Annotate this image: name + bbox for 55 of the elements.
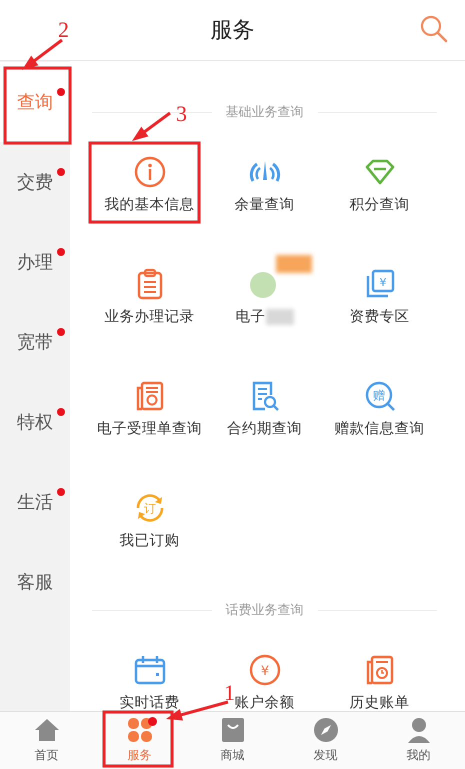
home-icon xyxy=(34,717,60,743)
page-title: 服务 xyxy=(210,17,254,45)
blurred-badge xyxy=(276,255,312,273)
service-item[interactable]: 实时话费 xyxy=(92,639,207,711)
annotation-arrow xyxy=(22,38,63,70)
person-icon xyxy=(406,717,432,743)
service-label: 积分查询 xyxy=(350,196,410,214)
annotation-arrow xyxy=(132,112,171,141)
service-label: 账户余额 xyxy=(234,694,294,711)
annotation-number: 3 xyxy=(176,101,187,126)
service-item[interactable]: ¥ 资费专区 xyxy=(322,253,437,365)
service-item[interactable]: 赠 赠款信息查询 xyxy=(322,365,437,477)
service-item[interactable]: 我的基本信息 xyxy=(92,141,207,253)
service-label: 电子受理单查询 xyxy=(97,420,202,438)
service-item[interactable]: 业务办理记录 xyxy=(92,253,207,365)
sidebar-tab[interactable]: 生活 xyxy=(0,462,70,542)
service-label: 赠款信息查询 xyxy=(334,420,424,438)
service-item[interactable]: 电子 xyxy=(207,253,322,365)
section-title: 话费业务查询 xyxy=(226,602,304,619)
service-item[interactable]: 历史账单 xyxy=(322,639,437,711)
coin-icon: ¥ xyxy=(248,653,282,687)
tab-bar-item[interactable]: 商城 xyxy=(186,712,279,769)
sidebar-tab[interactable]: 特权 xyxy=(0,382,70,462)
annotation-number: 1 xyxy=(224,680,235,705)
service-item[interactable]: 电子受理单查询 xyxy=(92,365,207,477)
tab-bar-item[interactable]: 发现 xyxy=(279,712,372,769)
highlight-frame xyxy=(102,710,174,768)
section-title: 基础业务查询 xyxy=(226,104,304,121)
calendar-icon xyxy=(132,653,166,687)
tab-bar-item[interactable]: 我的 xyxy=(372,712,465,769)
service-item[interactable]: 合约期查询 xyxy=(207,365,322,477)
service-item[interactable]: 余量查询 xyxy=(207,141,322,253)
shopping-bag-icon xyxy=(220,717,246,743)
service-label: 合约期查询 xyxy=(227,420,302,438)
sidebar-tab[interactable]: 办理 xyxy=(0,222,70,302)
info-icon xyxy=(132,155,166,189)
tab-bar-item[interactable]: 首页 xyxy=(0,712,93,769)
sidebar-tab[interactable]: 交费 xyxy=(0,142,70,222)
search-icon[interactable] xyxy=(419,14,449,44)
service-label: 电子 xyxy=(236,308,266,326)
sidebar-tab[interactable]: 宽带 xyxy=(0,302,70,382)
clover-icon xyxy=(126,717,152,743)
service-item[interactable]: 积分查询 xyxy=(322,141,437,253)
service-label: 历史账单 xyxy=(350,694,410,711)
service-label: 业务办理记录 xyxy=(104,308,194,326)
compass-icon xyxy=(312,717,338,743)
sidebar-tab[interactable]: 客服 xyxy=(0,542,70,622)
service-label: 实时话费 xyxy=(120,694,180,711)
service-label: 资费专区 xyxy=(350,308,410,326)
service-item[interactable]: 订 我已订购 xyxy=(92,477,207,589)
service-label: 余量查询 xyxy=(234,196,294,214)
service-label: 我的基本信息 xyxy=(104,196,194,214)
annotation-number: 2 xyxy=(58,17,69,42)
service-label: 我已订购 xyxy=(120,532,180,550)
blurred-text xyxy=(266,308,294,324)
